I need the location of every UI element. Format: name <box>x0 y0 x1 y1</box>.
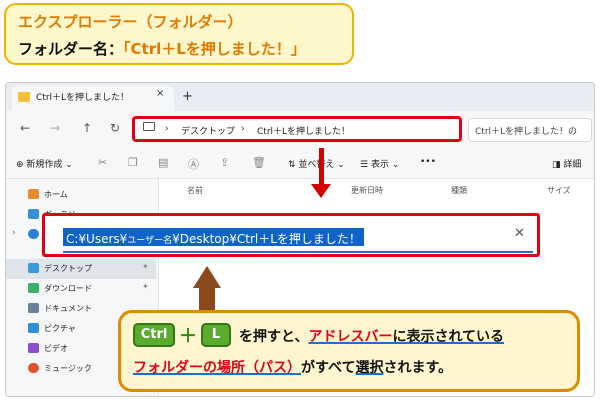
folder-tab[interactable]: Ctrl＋Lを押しました！ × <box>12 86 174 111</box>
sidebar-item-label: ドキュメント <box>44 304 92 313</box>
sidebar-item-label: ミュージック <box>44 364 92 373</box>
sort-button[interactable]: ⇅ 並べ替え ⌄ <box>288 157 345 170</box>
more-options-button[interactable]: ••• <box>420 157 436 167</box>
share-icon[interactable]: ⇪ <box>220 156 229 169</box>
column-header-modified[interactable]: 更新日時 <box>351 185 383 196</box>
details-label: 詳細 <box>563 160 582 170</box>
path-username: ユーザー名 <box>127 236 173 246</box>
delete-icon[interactable]: 🗑 <box>252 156 266 169</box>
pin-icon: ✦ <box>142 282 149 291</box>
explanation-text: を押すと、 <box>239 329 309 345</box>
column-header-size[interactable]: サイズ <box>547 185 571 196</box>
command-bar: ⊕ 新規作成 ⌄ ✂ ❐ ▤ Ⓐ ⇪ 🗑 ⇅ 並べ替え ⌄ ☰ 表示 ⌄ •••… <box>6 149 594 179</box>
explanation-text: されます。 <box>383 360 453 376</box>
explanation-line-1: を押すと、アドレスバーに表示されている <box>239 326 504 346</box>
breadcrumb-separator: › <box>165 124 169 134</box>
copy-icon[interactable]: ❐ <box>128 156 138 169</box>
path-prefix: C:¥Users¥ <box>66 232 128 246</box>
address-bar[interactable]: › デスクトップ › Ctrl＋Lを押しました！ <box>132 116 462 142</box>
sort-label: 並べ替え <box>298 160 335 170</box>
path-text[interactable]: C:¥Users¥ユーザー名¥Desktop¥Ctrl＋Lを押しました！ <box>66 232 361 246</box>
navigation-bar: ← → ↑ ↻ › デスクトップ › Ctrl＋Lを押しました！ Ctrl＋Lを… <box>6 111 594 149</box>
breadcrumb-separator: › <box>241 124 245 134</box>
home-icon <box>28 189 39 199</box>
sidebar-item-label: ダウンロード <box>44 284 92 293</box>
cut-icon[interactable]: ✂ <box>98 156 107 169</box>
desktop-icon <box>28 263 39 273</box>
new-tab-button[interactable]: + <box>182 89 193 104</box>
l-key: L <box>201 323 231 347</box>
sidebar-item-label: デスクトップ <box>44 264 92 273</box>
address-bar-edit-mode[interactable]: C:¥Users¥ユーザー名¥Desktop¥Ctrl＋Lを押しました！ ✕ <box>42 213 540 257</box>
folder-location-term: フォルダーの場所（パス） <box>133 360 301 376</box>
column-header-name[interactable]: 名前 <box>187 185 203 196</box>
paste-icon[interactable]: ▤ <box>158 156 168 169</box>
close-tab-icon[interactable]: × <box>156 88 164 99</box>
explanation-line-2: フォルダーの場所（パス）がすべて選択されます。 <box>133 357 452 377</box>
music-icon <box>28 363 39 373</box>
callout-title: エクスプローラー（フォルダー） <box>18 13 243 31</box>
selected-term: 選択 <box>355 360 384 376</box>
up-arrow-icon[interactable]: ↑ <box>82 121 92 135</box>
breadcrumb-desktop[interactable]: デスクトップ <box>181 124 235 137</box>
ctrl-key: Ctrl <box>133 323 175 347</box>
video-icon <box>28 343 39 353</box>
column-header-type[interactable]: 種類 <box>451 185 467 196</box>
path-suffix: ¥Desktop¥Ctrl＋Lを押しました！ <box>172 232 361 246</box>
sidebar-item-label: ホーム <box>44 190 68 199</box>
document-icon <box>28 303 39 313</box>
folder-icon <box>18 92 30 102</box>
chevron-right-icon[interactable]: › <box>12 228 16 238</box>
pin-icon: ✦ <box>142 262 149 271</box>
view-label: 表示 <box>370 160 389 170</box>
tab-title: Ctrl＋Lを押しました！ <box>36 93 130 103</box>
address-bar-term: アドレスバー <box>308 329 393 345</box>
folder-name-value: 「Ctrl＋Lを押しました！」 <box>123 40 306 58</box>
plus-sign: ＋ <box>179 326 197 347</box>
refresh-icon[interactable]: ↻ <box>110 121 120 135</box>
explanation-callout: Ctrl ＋ L を押すと、アドレスバーに表示されている フォルダーの場所（パス… <box>118 310 580 392</box>
gallery-icon <box>28 209 39 219</box>
breadcrumb-current-folder[interactable]: Ctrl＋Lを押しました！ <box>257 124 350 137</box>
explanation-text: に表示されている <box>392 329 505 345</box>
download-icon <box>28 283 39 293</box>
sidebar-item-label: ピクチャ <box>44 324 76 333</box>
forward-arrow-icon[interactable]: → <box>50 121 60 135</box>
focus-underline <box>63 251 533 253</box>
pc-icon <box>143 122 155 131</box>
view-button[interactable]: ☰ 表示 ⌄ <box>360 157 399 170</box>
sidebar-item-home[interactable]: ホーム <box>6 185 156 205</box>
rename-icon[interactable]: Ⓐ <box>188 156 199 172</box>
search-input[interactable]: Ctrl＋Lを押しました！の <box>468 118 592 142</box>
selected-path-highlight: C:¥Users¥ユーザー名¥Desktop¥Ctrl＋Lを押しました！ <box>63 228 364 246</box>
callout-folder-name: フォルダー名：「Ctrl＋Lを押しました！」 <box>18 38 306 59</box>
folder-name-prefix: フォルダー名： <box>18 40 124 58</box>
new-button-label: 新規作成 <box>26 160 63 170</box>
down-arrow-icon <box>311 184 331 198</box>
pointer-arrow-shaft <box>319 148 324 186</box>
sidebar-item-desktop[interactable]: デスクトップ ✦ <box>6 259 156 279</box>
search-placeholder: Ctrl＋Lを押しました！の <box>475 127 578 137</box>
picture-icon <box>28 323 39 333</box>
explanation-text: がすべて <box>301 360 356 376</box>
sidebar-item-downloads[interactable]: ダウンロード ✦ <box>6 279 156 299</box>
cloud-icon <box>28 229 39 239</box>
clear-icon[interactable]: ✕ <box>514 226 525 241</box>
new-button[interactable]: ⊕ 新規作成 ⌄ <box>16 157 73 170</box>
details-pane-button[interactable]: ◨ 詳細 <box>552 157 581 170</box>
sidebar-item-label: ビデオ <box>44 344 68 353</box>
title-bar: Ctrl＋Lを押しました！ × + <box>6 83 594 111</box>
up-arrow-icon <box>193 266 221 288</box>
back-arrow-icon[interactable]: ← <box>20 121 30 135</box>
